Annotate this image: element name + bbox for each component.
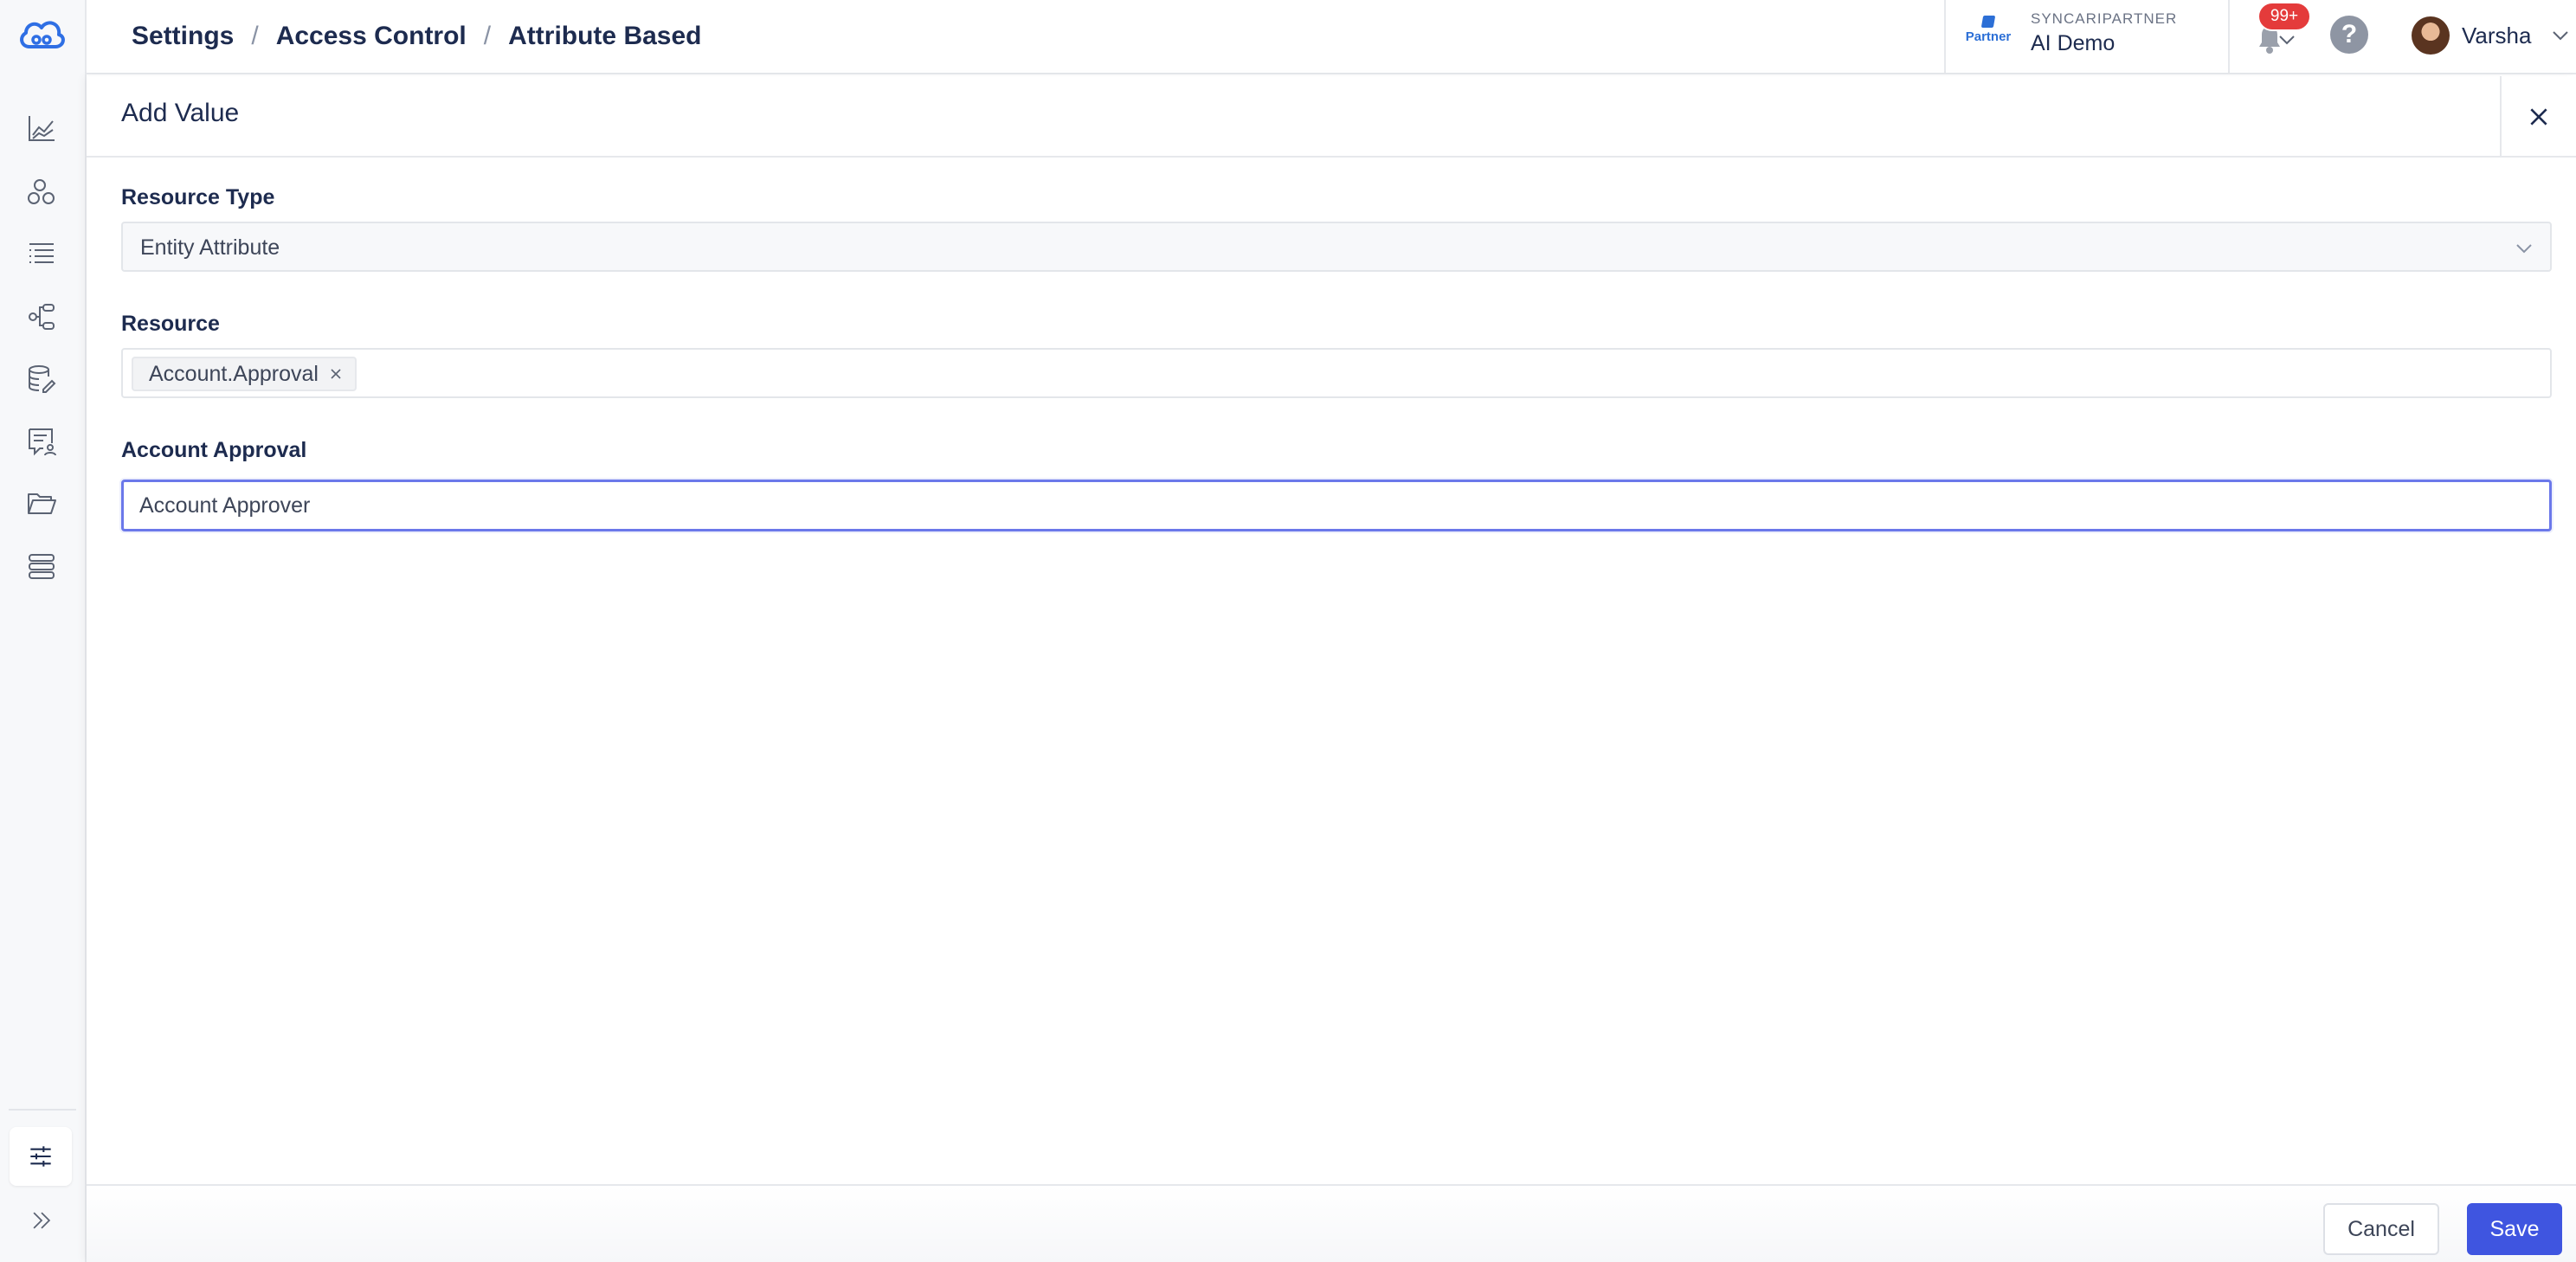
sidebar-divider	[9, 1109, 76, 1111]
save-button[interactable]: Save	[2467, 1203, 2562, 1255]
panel-header: Add Value	[87, 76, 2576, 158]
add-value-panel: Add Value Resource Type Entity Attribute…	[87, 76, 2576, 1262]
breadcrumb: Settings / Access Control / Attribute Ba…	[132, 17, 701, 55]
cancel-button[interactable]: Cancel	[2323, 1203, 2439, 1255]
database-edit-icon[interactable]	[24, 362, 59, 396]
notification-badge: 99+	[2257, 2, 2311, 31]
org-switcher[interactable]: Partner SYNCARIPARTNER AI Demo	[1965, 7, 2302, 68]
org-name: AI Demo	[2031, 31, 2116, 55]
panel-title: Add Value	[121, 99, 240, 127]
panel-footer: Cancel Save	[87, 1184, 2576, 1262]
account-approval-label: Account Approval	[121, 438, 307, 462]
remove-tag-icon[interactable]	[329, 367, 343, 381]
resource-tag-label: Account.Approval	[149, 361, 319, 386]
chevron-down-icon	[2553, 31, 2569, 41]
stack-icon[interactable]	[24, 549, 59, 583]
breadcrumb-settings[interactable]: Settings	[132, 22, 234, 51]
app-logo-icon[interactable]	[16, 16, 68, 54]
top-header: Settings / Access Control / Attribute Ba…	[87, 0, 2576, 74]
sidebar	[0, 0, 87, 1262]
avatar	[2412, 16, 2450, 55]
breadcrumb-separator: /	[251, 22, 259, 50]
user-menu[interactable]: Varsha	[2412, 16, 2571, 55]
header-divider	[1944, 0, 1946, 74]
chart-icon[interactable]	[24, 111, 59, 145]
breadcrumb-separator: /	[483, 22, 492, 50]
entities-icon[interactable]	[24, 175, 59, 209]
help-icon[interactable]: ?	[2330, 16, 2368, 54]
pipeline-icon[interactable]	[24, 299, 59, 334]
close-button[interactable]	[2500, 76, 2576, 158]
close-icon	[2530, 108, 2547, 126]
folder-icon[interactable]	[24, 486, 59, 521]
chat-user-icon[interactable]	[24, 424, 59, 459]
list-icon[interactable]	[24, 237, 59, 272]
account-approval-input[interactable]	[139, 482, 2444, 529]
breadcrumb-access-control[interactable]: Access Control	[276, 22, 467, 51]
double-chevron-right-icon[interactable]	[24, 1203, 59, 1238]
resource-label: Resource	[121, 312, 220, 336]
resource-type-label: Resource Type	[121, 185, 275, 209]
user-name: Varsha	[2462, 22, 2532, 48]
resource-type-select[interactable]: Entity Attribute	[121, 222, 2552, 272]
org-label: SYNCARIPARTNER	[2031, 10, 2178, 27]
breadcrumb-attribute-based: Attribute Based	[508, 22, 702, 50]
resource-tag: Account.Approval	[132, 357, 357, 391]
sliders-icon[interactable]	[10, 1127, 72, 1186]
resource-type-value: Entity Attribute	[140, 235, 280, 260]
resource-tag-input[interactable]: Account.Approval	[121, 348, 2552, 398]
header-divider	[2228, 0, 2230, 74]
account-approval-field[interactable]	[121, 480, 2552, 531]
partner-logo-icon: Partner	[1965, 14, 2012, 57]
chevron-down-icon	[2516, 244, 2532, 254]
